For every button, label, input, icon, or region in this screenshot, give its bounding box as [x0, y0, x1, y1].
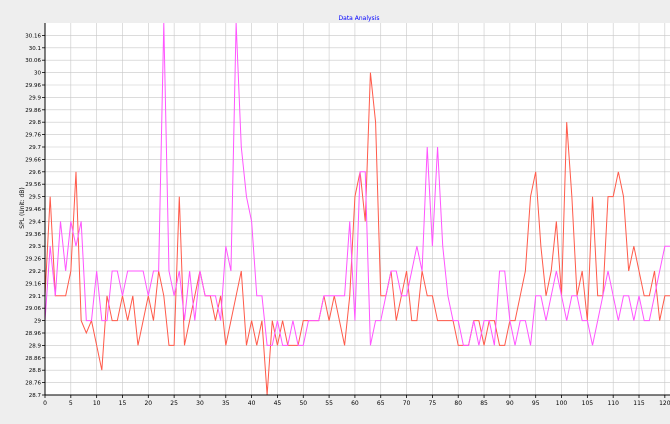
line-chart: 0 5 10 15 20 25 30 35 40 45 50 55 60 65 70 75 80 85 90 95 10…	[0, 0, 670, 420]
x-tick-label: 70	[403, 400, 411, 407]
y-tick-label: 29.86	[25, 108, 41, 114]
x-tick-label: 50	[299, 400, 307, 407]
x-tick-label: 115	[633, 400, 645, 407]
y-tick-label: 29.96	[25, 83, 41, 89]
x-tick-label: 120	[659, 400, 670, 407]
y-tick-label: 29.8	[29, 120, 42, 126]
x-tick-label: 80	[454, 400, 462, 407]
x-tick-label: 10	[93, 400, 101, 407]
y-tick-label: 30.1	[29, 46, 41, 52]
y-tick-label: 29.36	[25, 232, 41, 238]
y-tick-label: 28.8	[29, 368, 42, 374]
y-tick-label: 29	[34, 319, 41, 325]
y-tick-label: 29.4	[29, 219, 42, 225]
y-tick-label: 28.86	[25, 356, 41, 362]
y-tick-label: 29.66	[25, 157, 41, 163]
y-tick-label: 29.2	[29, 269, 41, 275]
x-tick-label: 90	[506, 400, 514, 407]
y-tick-label: 29.16	[25, 281, 41, 287]
y-tick-label: 29.1	[29, 294, 41, 300]
y-tick-label: 29.26	[25, 257, 41, 263]
x-tick-label: 35	[222, 400, 230, 407]
x-tick-label: 95	[532, 400, 540, 407]
x-tick-label: 25	[170, 400, 178, 407]
x-tick-label: 45	[274, 400, 282, 407]
x-tick-label: 20	[144, 400, 152, 407]
y-tick-label: 29.7	[29, 145, 42, 151]
y-tick-label: 29.56	[25, 182, 41, 188]
x-tick-label: 40	[248, 400, 256, 407]
y-tick-label: 29.06	[25, 306, 41, 312]
y-tick-label: 29.76	[25, 133, 41, 139]
y-tick-label: 29.3	[29, 244, 42, 250]
y-tick-label: 29.6	[29, 170, 42, 176]
x-tick-label: 100	[556, 400, 568, 407]
y-tick-label: 29.46	[25, 207, 41, 213]
y-tick-label: 28.9	[29, 343, 42, 349]
x-tick-label: 15	[119, 400, 127, 407]
x-tick-label: 75	[429, 400, 437, 407]
x-tick-label: 65	[377, 400, 385, 407]
y-tick-label: 30	[34, 71, 41, 77]
x-tick-label: 105	[582, 400, 594, 407]
x-tick-label: 60	[351, 400, 359, 407]
x-tick-label: 30	[196, 400, 204, 407]
y-tick-label: 29.9	[29, 95, 42, 101]
x-tick-label: 110	[607, 400, 619, 407]
y-tick-label: 29.5	[29, 195, 42, 201]
x-tick-label: 85	[480, 400, 488, 407]
y-axis-label: SPL (Unit: dB)	[19, 187, 26, 228]
y-tick-label: 30.16	[25, 33, 41, 39]
chart: 0 5 10 15 20 25 30 35 40 45 50 55 60 65 70 75 80 85 90 95 10…	[0, 0, 670, 420]
y-tick-label: 30.06	[25, 58, 41, 64]
y-tick-label: 28.96	[25, 331, 41, 337]
y-tick-label: 28.7	[29, 393, 42, 399]
x-tick-label: 0	[43, 400, 47, 407]
y-tick-label: 28.76	[25, 381, 41, 387]
x-tick-label: 55	[325, 400, 333, 407]
chart-title: Data Analysis	[339, 15, 380, 22]
x-tick-label: 5	[69, 400, 73, 407]
